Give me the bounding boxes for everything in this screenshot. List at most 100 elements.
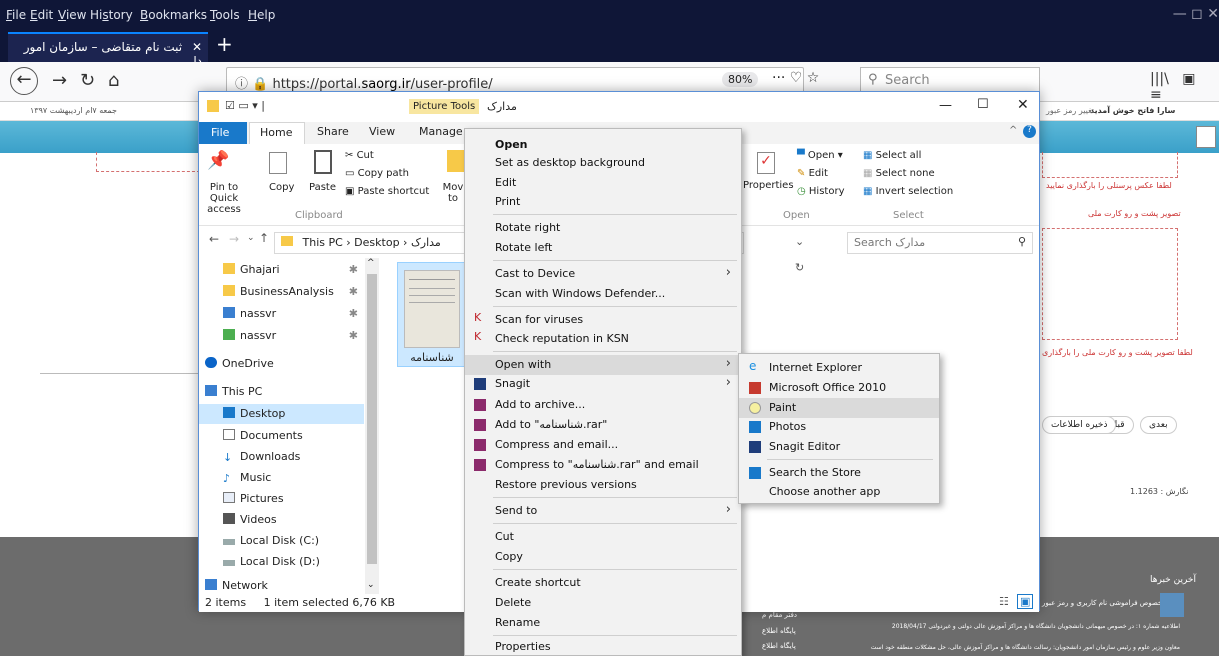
tab-share[interactable]: Share: [317, 125, 349, 138]
tab-file[interactable]: File: [199, 122, 247, 144]
nav-item-pictures[interactable]: Pictures: [219, 489, 364, 509]
browser-tab[interactable]: ✕ ثبت نام متقاضی – سازمان امور دا: [8, 32, 208, 68]
menu-view[interactable]: View: [58, 8, 86, 22]
news-item-2[interactable]: اطلاعیه شماره ۱: در خصوص میهمانی دانشجوی…: [850, 623, 1180, 630]
select-none-button[interactable]: ▦ Select none: [863, 168, 935, 179]
pin-quick-access-button[interactable]: Pin to Quick access: [199, 182, 249, 215]
up-arrow-icon[interactable]: ↑: [259, 231, 269, 245]
copy-button[interactable]: Copy: [269, 182, 294, 193]
menu-file[interactable]: File: [6, 8, 26, 22]
menu-item-compress-rar-email[interactable]: Compress to "شناسنامه.rar" and email: [465, 455, 741, 475]
menu-item-send-to[interactable]: Send to ›: [465, 501, 741, 521]
window-controls[interactable]: — ◻ ✕: [1173, 6, 1219, 22]
open-button[interactable]: ▀ Open ▾: [797, 150, 843, 161]
menu-item-scan-viruses[interactable]: K Scan for viruses: [465, 310, 741, 330]
paste-shortcut-button[interactable]: ▣ Paste shortcut: [345, 186, 429, 197]
properties-button[interactable]: Properties: [743, 180, 794, 191]
menu-item-open-with[interactable]: Open with ›: [465, 355, 741, 375]
menu-item-snagit[interactable]: Snagit ›: [465, 374, 741, 394]
menu-item-set-desktop-background[interactable]: Set as desktop background: [465, 153, 741, 173]
menu-item-rotate-left[interactable]: Rotate left: [465, 238, 741, 258]
upload-box-id-card[interactable]: [1042, 228, 1178, 340]
details-view-icon[interactable]: ☷: [999, 595, 1009, 608]
ribbon-collapse-icon[interactable]: ^: [1009, 125, 1017, 136]
news-item-1[interactable]: در خصوص فراموشی نام کاربری و رمز عبور: [1042, 599, 1171, 607]
menu-item-edit[interactable]: Edit: [465, 173, 741, 193]
nav-item-nassvr-1[interactable]: nassvr ✱: [219, 304, 364, 324]
menu-item-cast-to-device[interactable]: Cast to Device ›: [465, 264, 741, 284]
nav-item-onedrive[interactable]: OneDrive: [201, 354, 346, 374]
forward-arrow-icon[interactable]: →: [229, 232, 239, 246]
menu-item-open[interactable]: Open: [465, 135, 741, 155]
page-actions[interactable]: ··· ♡ ☆: [772, 70, 819, 86]
news-item-3[interactable]: معاون وزیر علوم و رئیس سازمان امور دانشج…: [845, 644, 1180, 651]
maximize-icon[interactable]: ☐: [977, 97, 989, 112]
recent-dropdown-icon[interactable]: ⌄: [247, 233, 255, 243]
paste-button[interactable]: Paste: [309, 182, 336, 193]
nav-item-network[interactable]: Network: [201, 576, 346, 592]
back-arrow-icon[interactable]: ←: [209, 232, 219, 246]
nav-item-desktop[interactable]: Desktop: [199, 404, 364, 424]
upload-box-photo[interactable]: [1042, 152, 1178, 178]
menu-history[interactable]: History: [90, 8, 133, 22]
open-with-internet-explorer[interactable]: e Internet Explorer: [739, 358, 939, 378]
menu-item-properties[interactable]: Properties: [465, 637, 741, 656]
new-tab-button[interactable]: +: [216, 32, 233, 56]
footer-link-a[interactable]: دفتر مقام م: [762, 611, 797, 619]
menu-help[interactable]: Help: [248, 8, 275, 22]
home-icon[interactable]: ⌂: [108, 70, 119, 91]
tab-manage[interactable]: Manage: [419, 125, 463, 138]
scroll-down-icon[interactable]: ⌄: [367, 580, 375, 590]
large-icons-view-icon[interactable]: ▣: [1017, 594, 1034, 609]
select-all-button[interactable]: ▦ Select all: [863, 150, 921, 161]
cut-button[interactable]: ✂ Cut: [345, 150, 374, 161]
menu-item-compress-email[interactable]: Compress and email...: [465, 435, 741, 455]
nav-item-videos[interactable]: Videos: [219, 510, 364, 530]
minimize-icon[interactable]: —: [939, 98, 952, 113]
help-icon[interactable]: ?: [1023, 125, 1036, 138]
back-icon[interactable]: ←: [10, 67, 38, 95]
forward-icon[interactable]: →: [52, 70, 67, 91]
info-icon[interactable]: ⓘ: [235, 77, 252, 92]
nav-item-this-pc[interactable]: This PC: [201, 382, 346, 402]
tab-close-icon[interactable]: ✕: [192, 40, 202, 54]
nav-item-nassvr-2[interactable]: nassvr ✱: [219, 326, 364, 346]
reload-icon[interactable]: ↻: [80, 70, 95, 91]
menu-tools[interactable]: Tools: [210, 8, 240, 22]
nav-item-downloads[interactable]: ↓ Downloads: [219, 447, 364, 467]
open-with-choose-another[interactable]: Choose another app: [739, 482, 939, 502]
edit-button[interactable]: ✎ Edit: [797, 168, 828, 179]
footer-link-c[interactable]: پایگاه اطلاع: [762, 642, 796, 650]
history-button[interactable]: ◷ History: [797, 186, 844, 197]
menu-edit[interactable]: Edit: [30, 8, 53, 22]
menu-item-print[interactable]: Print: [465, 192, 741, 212]
open-with-office-2010[interactable]: Microsoft Office 2010: [739, 378, 939, 398]
close-icon[interactable]: ✕: [1017, 97, 1029, 113]
change-password-link[interactable]: تغییر رمز عبور: [1046, 106, 1094, 115]
footer-link-b[interactable]: پایگاه اطلاع: [762, 627, 796, 635]
menu-item-add-to-rar[interactable]: Add to "شناسنامه.rar": [465, 415, 741, 435]
menu-item-create-shortcut[interactable]: Create shortcut: [465, 573, 741, 593]
save-info-button[interactable]: ذخیره اطلاعات: [1042, 416, 1117, 434]
scroll-up-icon[interactable]: ^: [367, 258, 375, 268]
scroll-thumb[interactable]: [367, 274, 377, 564]
open-with-snagit-editor[interactable]: Snagit Editor: [739, 437, 939, 457]
tab-view[interactable]: View: [369, 125, 395, 138]
menu-item-cut[interactable]: Cut: [465, 527, 741, 547]
menu-item-copy[interactable]: Copy: [465, 547, 741, 567]
nav-item-businessanalysis[interactable]: BusinessAnalysis ✱: [219, 282, 364, 302]
quick-access-toolbar-icons[interactable]: ☑ ▭ ▾ |: [225, 99, 265, 112]
menu-bookmarks[interactable]: Bookmarks: [140, 8, 207, 22]
explorer-search-box[interactable]: Search مدارک ⚲: [847, 232, 1033, 254]
open-with-search-store[interactable]: Search the Store: [739, 463, 939, 483]
menu-item-rotate-right[interactable]: Rotate right: [465, 218, 741, 238]
menu-item-delete[interactable]: Delete: [465, 593, 741, 613]
tab-home[interactable]: Home: [249, 122, 305, 144]
open-with-photos[interactable]: Photos: [739, 417, 939, 437]
address-controls-icons[interactable]: ⌄ ↻: [795, 235, 804, 274]
menu-item-scan-defender[interactable]: Scan with Windows Defender...: [465, 284, 741, 304]
zoom-indicator[interactable]: 80%: [722, 72, 759, 87]
nav-item-music[interactable]: ♪ Music: [219, 468, 364, 488]
menu-item-rename[interactable]: Rename: [465, 613, 741, 633]
open-with-paint[interactable]: Paint: [739, 398, 939, 418]
